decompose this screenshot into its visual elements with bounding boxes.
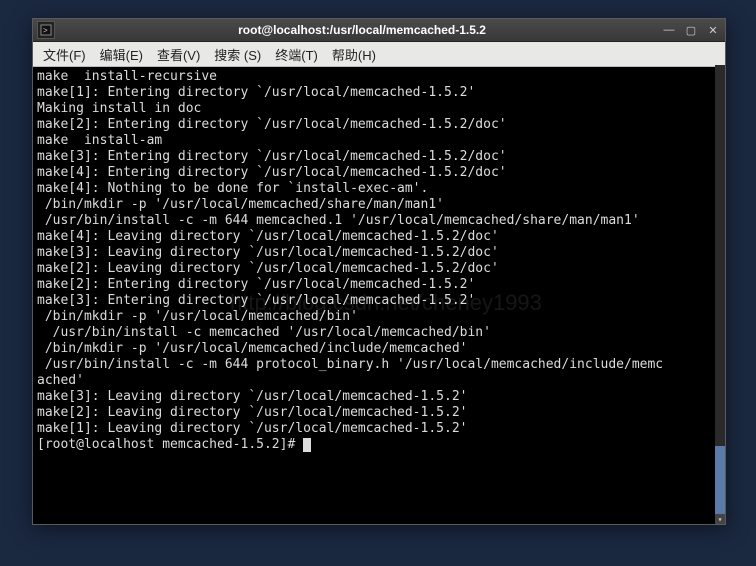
terminal-line: make[3]: Leaving directory `/usr/local/m… [37,245,721,261]
terminal-line: make[2]: Entering directory `/usr/local/… [37,117,721,133]
terminal-line: make[4]: Nothing to be done for `install… [37,181,721,197]
terminal-line: make[4]: Leaving directory `/usr/local/m… [37,229,721,245]
terminal-line: make install-am [37,133,721,149]
terminal-line: make[1]: Entering directory `/usr/local/… [37,85,721,101]
terminal-window: > root@localhost:/usr/local/memcached-1.… [32,18,726,525]
terminal-line: make[3]: Entering directory `/usr/local/… [37,149,721,165]
terminal-line: ached' [37,373,721,389]
menu-terminal[interactable]: 终端(T) [269,43,324,66]
terminal-line: make[3]: Entering directory `/usr/local/… [37,293,721,309]
scroll-thumb[interactable] [715,446,725,516]
terminal-line: make[1]: Leaving directory `/usr/local/m… [37,421,721,437]
terminal-line: Making install in doc [37,101,721,117]
terminal-line: /bin/mkdir -p '/usr/local/memcached/bin' [37,309,721,325]
terminal-prompt: [root@localhost memcached-1.5.2]# [37,437,303,452]
window-title: root@localhost:/usr/local/memcached-1.5.… [63,23,661,37]
terminal-line: make install-recursive [37,69,721,85]
scroll-down-icon[interactable]: ▾ [715,514,725,524]
terminal-prompt-line[interactable]: [root@localhost memcached-1.5.2]# [37,437,721,453]
menu-help[interactable]: 帮助(H) [326,43,382,66]
terminal-line: make[2]: Leaving directory `/usr/local/m… [37,261,721,277]
menu-view[interactable]: 查看(V) [151,43,206,66]
terminal-line: make[2]: Leaving directory `/usr/local/m… [37,405,721,421]
terminal-line: /bin/mkdir -p '/usr/local/memcached/incl… [37,341,721,357]
maximize-button[interactable]: ▢ [683,23,699,37]
menu-edit[interactable]: 编辑(E) [94,43,149,66]
svg-text:>: > [43,26,48,35]
window-controls: — ▢ ✕ [661,23,721,37]
terminal-line: /usr/bin/install -c -m 644 protocol_bina… [37,357,721,373]
app-icon: > [37,21,55,39]
terminal-line: /usr/bin/install -c -m 644 memcached.1 '… [37,213,721,229]
terminal-line: make[3]: Leaving directory `/usr/local/m… [37,389,721,405]
terminal-cursor [303,438,311,452]
terminal-line: /usr/bin/install -c memcached '/usr/loca… [37,325,721,341]
terminal-line: /bin/mkdir -p '/usr/local/memcached/shar… [37,197,721,213]
menubar: 文件(F) 编辑(E) 查看(V) 搜索 (S) 终端(T) 帮助(H) [33,42,725,67]
close-button[interactable]: ✕ [705,23,721,37]
terminal-output[interactable]: make install-recursivemake[1]: Entering … [33,67,725,524]
scrollbar[interactable]: ▾ [715,65,725,524]
menu-file[interactable]: 文件(F) [37,43,92,66]
terminal-line: make[4]: Entering directory `/usr/local/… [37,165,721,181]
terminal-line: make[2]: Entering directory `/usr/local/… [37,277,721,293]
menu-search[interactable]: 搜索 (S) [208,43,267,66]
titlebar[interactable]: > root@localhost:/usr/local/memcached-1.… [33,19,725,42]
minimize-button[interactable]: — [661,23,677,37]
